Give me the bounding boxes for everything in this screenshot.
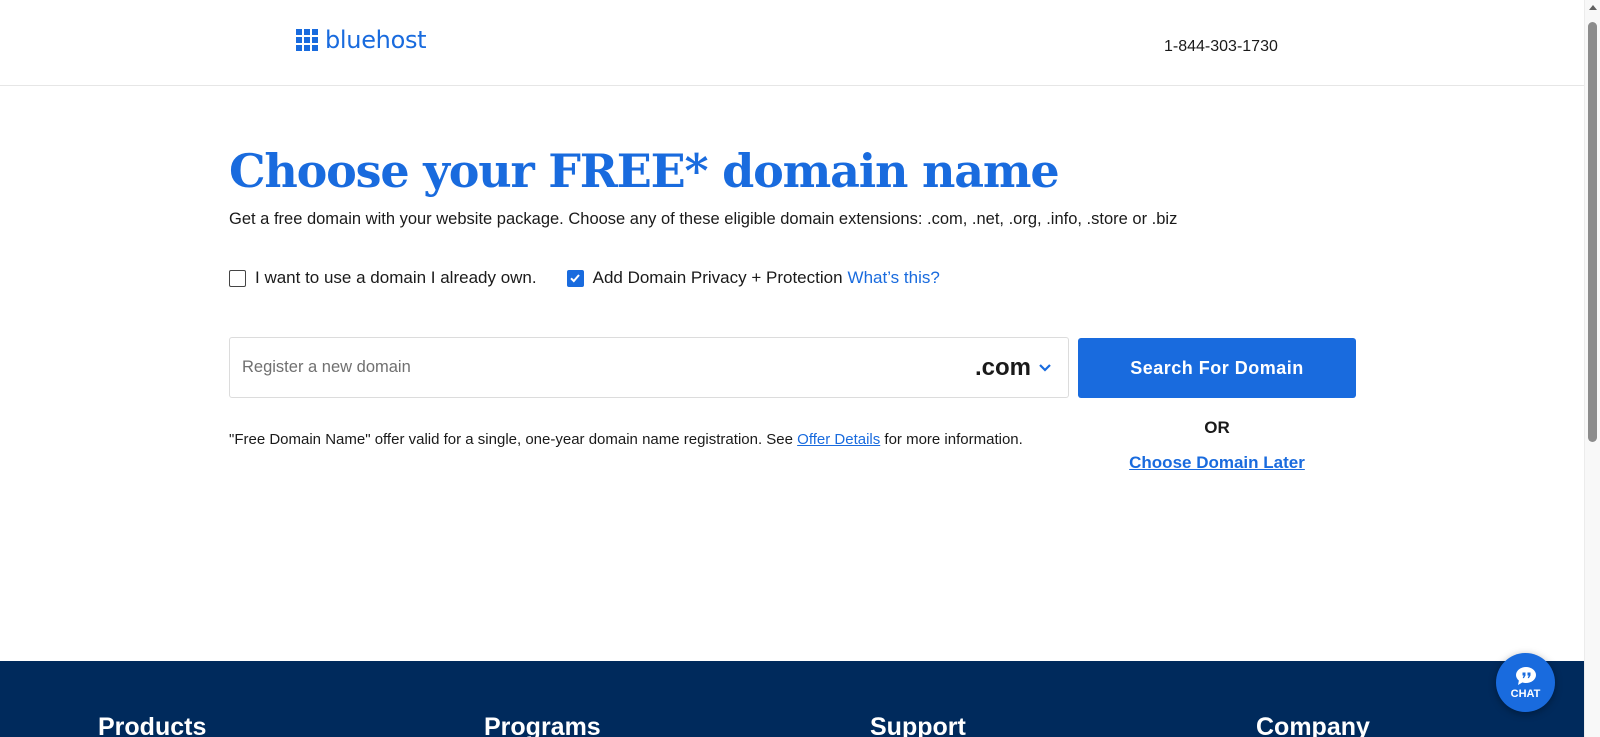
whats-this-link[interactable]: What’s this?: [848, 268, 940, 288]
disclaimer-text-end: for more information.: [880, 431, 1023, 448]
footer-heading-products[interactable]: Products: [98, 713, 206, 737]
chat-button[interactable]: CHAT: [1496, 653, 1555, 712]
domain-input[interactable]: [230, 338, 975, 397]
site-header: bluehost 1-844-303-1730: [0, 0, 1584, 86]
choose-domain-later-link[interactable]: Choose Domain Later: [1078, 453, 1356, 473]
site-footer: Products Programs Support Company: [0, 661, 1584, 737]
offer-details-link[interactable]: Offer Details: [797, 431, 880, 448]
footer-heading-support[interactable]: Support: [870, 713, 966, 737]
chat-label: CHAT: [1510, 687, 1541, 700]
own-domain-option[interactable]: I want to use a domain I already own.: [229, 268, 537, 288]
tld-selected: .com: [974, 353, 1031, 381]
privacy-label: Add Domain Privacy + Protection: [592, 268, 843, 287]
footer-heading-programs[interactable]: Programs: [484, 713, 601, 737]
scroll-up-arrow-icon[interactable]: [1589, 5, 1597, 10]
checkmark-icon: [570, 274, 580, 283]
grid-icon: [296, 29, 318, 51]
privacy-checkbox[interactable]: [566, 269, 584, 287]
or-divider: OR: [1204, 418, 1230, 437]
page-scrollbar[interactable]: [1584, 0, 1600, 737]
own-domain-checkbox[interactable]: [229, 269, 246, 287]
phone-number[interactable]: 1-844-303-1730: [1164, 38, 1278, 56]
chat-bubble-icon: [1515, 666, 1536, 685]
tld-dropdown[interactable]: .com: [975, 354, 1068, 382]
chevron-down-icon: [1039, 363, 1051, 372]
page-subtitle: Get a free domain with your website pack…: [229, 210, 1178, 228]
domain-options: I want to use a domain I already own. Ad…: [229, 268, 940, 288]
own-domain-label: I want to use a domain I already own.: [255, 268, 537, 287]
domain-section: Choose your FREE* domain name Get a free…: [229, 144, 1359, 472]
domain-search-box: .com: [229, 337, 1069, 398]
logo-text: bluehost: [325, 26, 427, 54]
footer-heading-company[interactable]: Company: [1256, 713, 1370, 737]
disclaimer-text: "Free Domain Name" offer valid for a sin…: [229, 431, 798, 448]
search-domain-button[interactable]: Search For Domain: [1078, 338, 1356, 398]
privacy-option[interactable]: Add Domain Privacy + Protection What’s t…: [566, 268, 940, 288]
page-title: Choose your FREE* domain name: [229, 144, 1060, 198]
scrollbar-thumb[interactable]: [1588, 22, 1597, 442]
offer-disclaimer: "Free Domain Name" offer valid for a sin…: [229, 431, 1023, 448]
bluehost-logo[interactable]: bluehost: [296, 26, 427, 54]
